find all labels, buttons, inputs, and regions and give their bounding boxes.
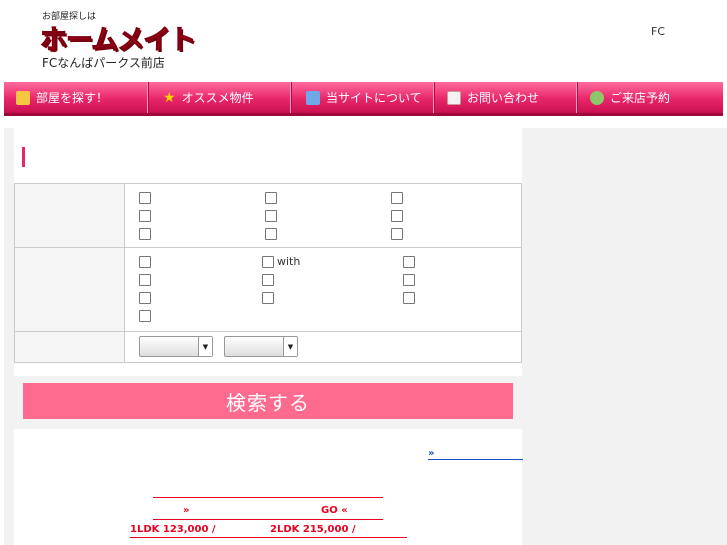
condition-options-3: ▼ ▼ [124,331,522,363]
checkbox[interactable] [139,192,151,204]
checkbox[interactable] [391,192,403,204]
site-logo[interactable]: お部屋探しは ホームメイト FCなんばパークス前店 [39,8,200,72]
range-select-min[interactable]: ▼ [139,336,213,357]
checkbox[interactable] [403,292,415,304]
promo-price-row[interactable]: 1LDK 123,000 / 2LDK 215,000 / [130,523,407,538]
checkbox[interactable] [265,228,277,240]
condition-header-2 [14,247,125,332]
mail-icon [447,90,461,105]
promo-link-row[interactable]: » GO « [153,504,383,520]
nav-item-about-site[interactable]: 当サイトについて [292,82,435,113]
site-header: お部屋探しは ホームメイト FCなんばパークス前店 FC [0,0,727,80]
people-icon [590,90,604,105]
chevron-down-icon: ▼ [283,337,297,356]
checkbox[interactable] [139,292,151,304]
promo-go-label: GO « [321,505,348,516]
nav-label: ご来店予約 [610,91,671,105]
condition-options-2: with [124,247,522,332]
checkbox-with[interactable] [262,256,274,268]
checkbox[interactable] [391,228,403,240]
checkbox[interactable] [403,274,415,286]
nav-label: 当サイトについて [326,91,422,105]
checkbox[interactable] [262,292,274,304]
checkbox[interactable] [403,256,415,268]
section-title-marker [22,147,25,167]
condition-options-1 [124,183,522,248]
condition-header-1 [14,183,125,248]
chevron-down-icon: ▼ [198,337,212,356]
range-select-max[interactable]: ▼ [224,336,298,357]
main-navigation: 部屋を探す！ ★ オススメ物件 当サイトについて お問い合わせ ご来店予約 [4,82,723,116]
price-2ldk: 2LDK 215,000 / [270,524,356,535]
checkbox[interactable] [139,228,151,240]
nav-item-contact[interactable]: お問い合わせ [435,82,578,113]
checkbox[interactable] [139,210,151,222]
nav-label: お問い合わせ [467,91,540,105]
promo-divider [153,497,383,498]
nav-item-visit-reservation[interactable]: ご来店予約 [578,82,723,113]
nav-item-recommended[interactable]: ★ オススメ物件 [149,82,292,113]
with-label: with [277,255,301,268]
nav-label: 部屋を探す！ [36,91,109,105]
page: お部屋探しは ホームメイト FCなんばパークス前店 FC 部屋を探す！ ★ オス… [0,0,727,545]
checkbox[interactable] [265,192,277,204]
nav-label: オススメ物件 [181,91,254,105]
price-1ldk: 1LDK 123,000 / [130,524,216,535]
store-name: FCなんばパークス前店 [42,56,165,70]
checkbox[interactable] [139,310,151,322]
house-icon [16,90,30,105]
nav-item-search-rooms[interactable]: 部屋を探す！ [4,82,149,113]
checkbox[interactable] [391,210,403,222]
condition-header-3 [14,331,125,363]
checkbox[interactable] [139,274,151,286]
checkbox[interactable] [139,256,151,268]
logo-wordmark: ホームメイト [39,25,196,57]
promo-arrow: » [183,505,190,516]
checkbox[interactable] [262,274,274,286]
header-fc-text: FC [651,25,666,38]
search-submit-button[interactable]: 検索する [23,383,513,419]
search-conditions-table: with ▼ ▼ [14,183,522,363]
more-link[interactable]: » [428,449,523,460]
checkbox[interactable] [265,210,277,222]
right-sidebar [522,128,727,545]
info-icon [306,90,320,105]
star-icon: ★ [163,89,176,106]
